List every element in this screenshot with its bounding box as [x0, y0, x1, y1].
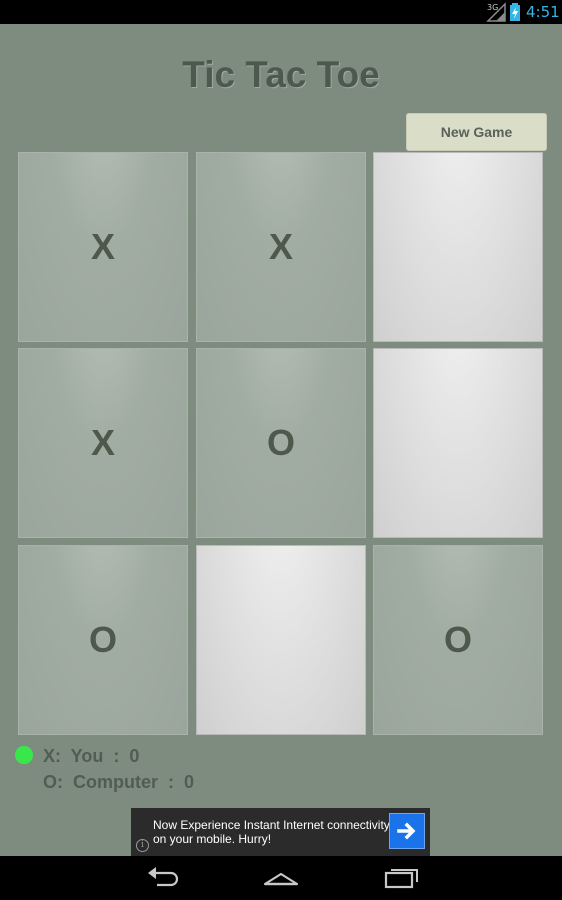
signal-icon: 3G — [486, 2, 506, 22]
status-clock: 4:51 — [526, 3, 560, 21]
board-cell-4[interactable]: X — [18, 348, 188, 538]
new-game-button[interactable]: New Game — [406, 113, 547, 151]
recents-icon[interactable] — [382, 864, 422, 892]
board-cell-2[interactable]: X — [196, 152, 366, 342]
network-type-label: 3G — [487, 3, 498, 12]
board-cell-5[interactable]: O — [196, 348, 366, 538]
ad-banner[interactable]: Now Experience Instant Internet connecti… — [131, 808, 430, 856]
board-cell-3[interactable] — [373, 152, 543, 342]
navigation-bar — [0, 856, 562, 900]
arrow-right-icon[interactable] — [389, 813, 425, 849]
score-x-player: X: You : 0 — [43, 746, 140, 766]
info-icon[interactable]: i — [136, 839, 149, 852]
board-cell-7[interactable]: O — [18, 545, 188, 735]
game-screen: Tic Tac Toe New Game X X X O O O X: You … — [0, 24, 562, 856]
board-cell-6[interactable] — [373, 348, 543, 538]
turn-indicator — [15, 746, 33, 764]
board-cell-1[interactable]: X — [18, 152, 188, 342]
ad-text[interactable]: Now Experience Instant Internet connecti… — [153, 818, 393, 846]
home-icon[interactable] — [261, 864, 301, 892]
board-cell-8[interactable] — [196, 545, 366, 735]
score-o-computer: O: Computer : 0 — [43, 772, 195, 792]
back-icon[interactable] — [143, 864, 183, 892]
board-cell-9[interactable]: O — [373, 545, 543, 735]
status-bar: 3G 4:51 — [0, 0, 562, 24]
battery-charging-icon — [510, 3, 520, 21]
page-title: Tic Tac Toe — [182, 54, 380, 95]
